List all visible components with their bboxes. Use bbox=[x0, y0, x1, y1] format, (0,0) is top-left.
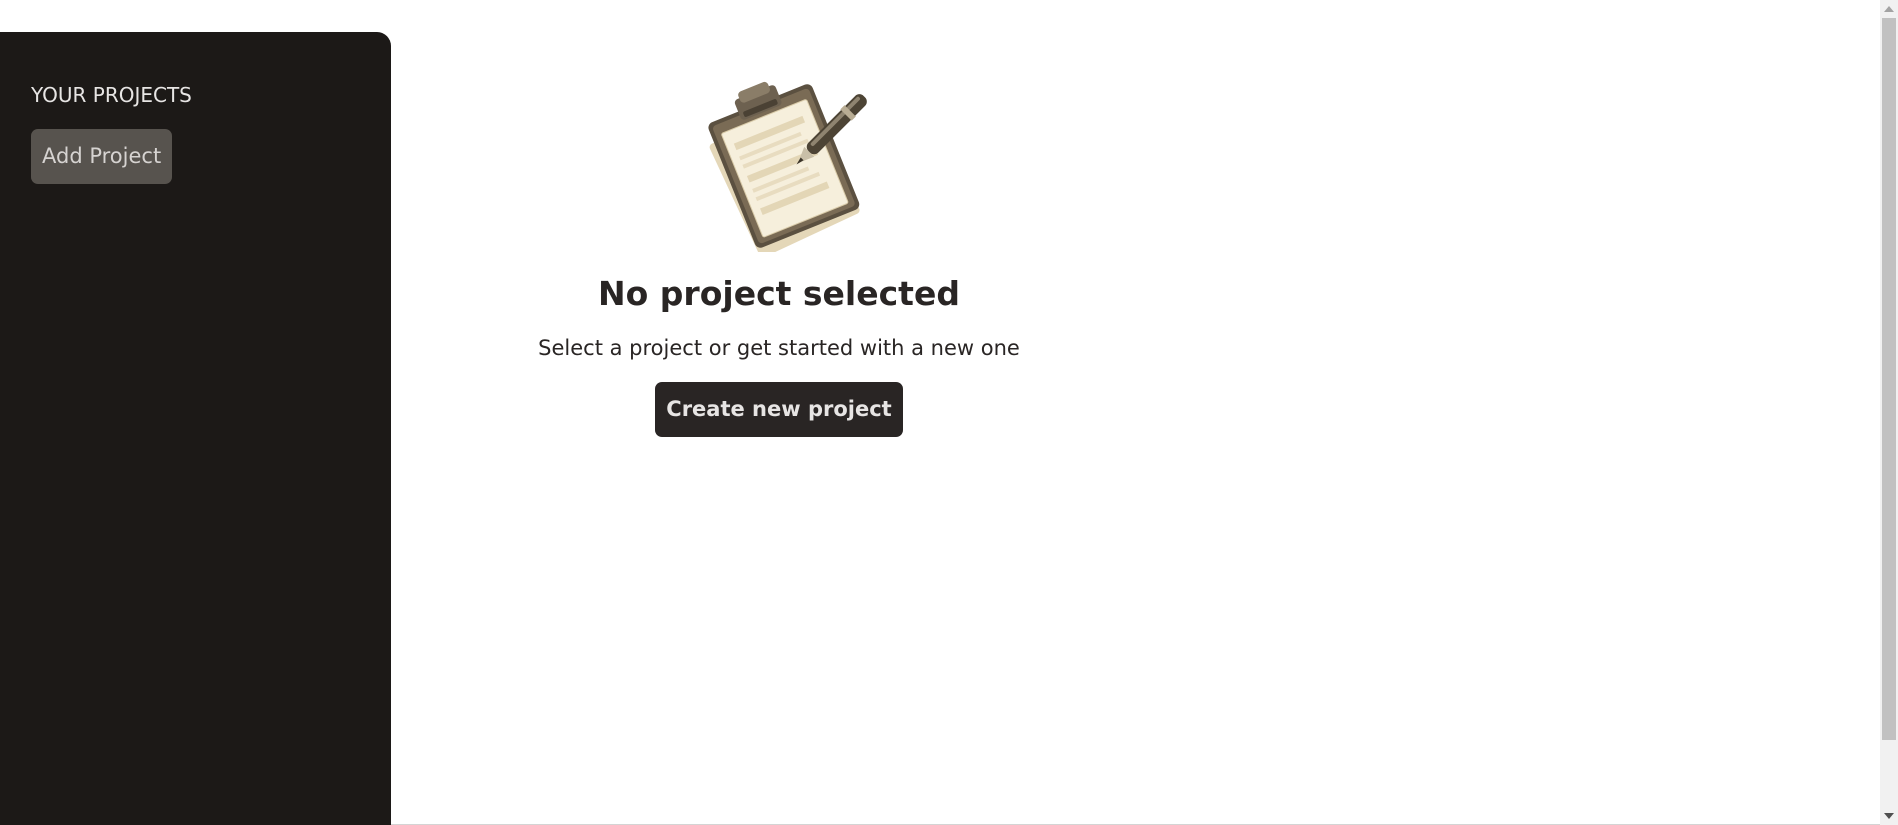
app-page: YOUR PROJECTS Add Project No project sel… bbox=[0, 0, 1898, 825]
add-project-button[interactable]: Add Project bbox=[31, 129, 173, 184]
projects-sidebar: YOUR PROJECTS Add Project bbox=[0, 32, 391, 825]
empty-state-subtitle: Select a project or get started with a n… bbox=[538, 336, 1020, 360]
scroll-down-arrow-icon[interactable] bbox=[1884, 813, 1894, 819]
clipboard-pen-icon bbox=[708, 81, 867, 252]
vertical-scrollbar[interactable] bbox=[1880, 0, 1898, 825]
sidebar-heading: YOUR PROJECTS bbox=[31, 83, 192, 107]
empty-state-title: No project selected bbox=[598, 274, 960, 313]
create-new-project-button[interactable]: Create new project bbox=[655, 382, 903, 437]
scrollbar-thumb[interactable] bbox=[1882, 18, 1896, 740]
no-project-empty-state: No project selected Select a project or … bbox=[429, 62, 1129, 437]
scroll-up-arrow-icon[interactable] bbox=[1884, 6, 1894, 12]
